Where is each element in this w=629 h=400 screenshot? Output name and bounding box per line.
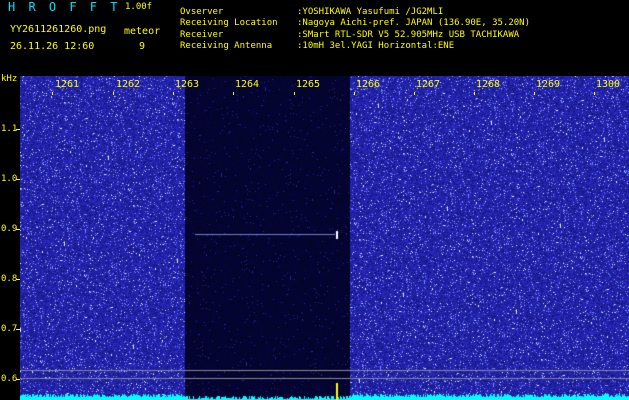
y-tick-mark (16, 279, 20, 280)
y-tick-label: 0.8 (1, 274, 18, 284)
y-axis-unit: kHz (1, 74, 18, 84)
y-tick-label: 0.7 (1, 324, 18, 334)
x-tick-label: 1300 (596, 79, 621, 90)
y-tick-mark (16, 179, 20, 180)
y-tick-label: 0.9 (1, 224, 18, 234)
location-key: Receiving Location (180, 18, 278, 28)
x-tick-mark (474, 92, 475, 95)
x-tick-label: 1261 (55, 79, 80, 90)
receiver-key: Receiver (180, 30, 224, 40)
header-panel: H R O F F T 1.00f YY2611261260.png 26.11… (0, 0, 629, 76)
location-value: :Nagoya Aichi-pref. JAPAN (136.90E, 35.2… (297, 18, 530, 28)
receiver-value: :SMart RTL-SDR V5 52.905MHz USB TACHIKAW… (297, 30, 520, 40)
meteor-count: 9 (139, 41, 146, 52)
x-tick-mark (52, 92, 53, 95)
x-tick-mark (173, 92, 174, 95)
y-tick-label: 1.0 (1, 174, 18, 184)
y-tick-mark (16, 329, 20, 330)
spectrogram-plot (20, 76, 629, 400)
x-tick-label: 1269 (536, 79, 561, 90)
x-tick-mark (354, 92, 355, 95)
x-tick-label: 1266 (356, 79, 381, 90)
app-version: 1.00f (125, 2, 153, 12)
x-tick-label: 1263 (175, 79, 200, 90)
y-tick-label: 0.6 (1, 374, 18, 384)
x-tick-mark (233, 92, 234, 95)
antenna-value: :10mH 3el.YAGI Horizontal:ENE (297, 41, 455, 51)
meteor-label: meteor (124, 26, 161, 37)
y-tick-mark (16, 229, 20, 230)
x-tick-mark (113, 92, 114, 95)
image-filename: YY2611261260.png (10, 24, 107, 35)
x-tick-mark (414, 92, 415, 95)
x-tick-mark (534, 92, 535, 95)
x-tick-label: 1262 (116, 79, 141, 90)
x-tick-label: 1267 (416, 79, 441, 90)
x-tick-label: 1268 (476, 79, 501, 90)
observer-key: Ovserver (180, 7, 224, 17)
x-tick-label: 1265 (296, 79, 321, 90)
observer-value: :YOSHIKAWA Yasufumi /JG2MLI (297, 7, 444, 17)
antenna-key: Receiving Antenna (180, 41, 273, 51)
y-tick-mark (16, 129, 20, 130)
x-tick-mark (594, 92, 595, 95)
x-tick-mark (294, 92, 295, 95)
app-brand: H R O F F T (8, 0, 121, 14)
y-tick-mark (16, 379, 20, 380)
x-tick-label: 1264 (235, 79, 260, 90)
y-tick-label: 1.1 (1, 124, 18, 134)
capture-timestamp: 26.11.26 12:60 (10, 41, 95, 52)
